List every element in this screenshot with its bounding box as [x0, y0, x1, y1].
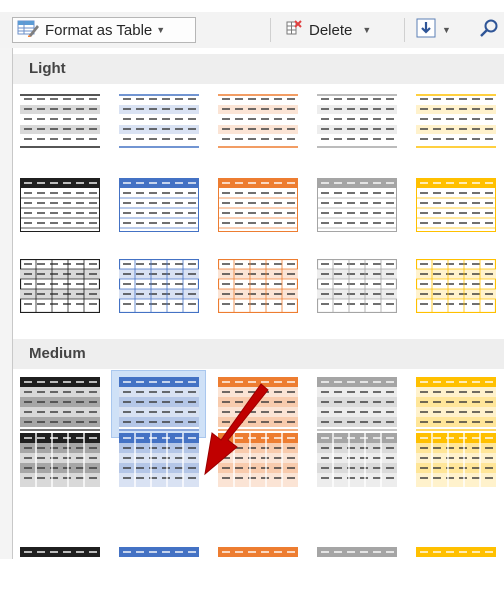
table-style-swatch[interactable]: [409, 427, 502, 493]
table-style-preview: [218, 178, 298, 232]
table-style-swatch[interactable]: [112, 253, 205, 319]
table-style-swatch[interactable]: [13, 253, 106, 319]
table-style-preview: [119, 94, 199, 148]
table-style-swatch[interactable]: [310, 253, 403, 319]
table-style-swatch[interactable]: [112, 541, 205, 607]
table-style-preview: [317, 377, 397, 431]
table-style-gallery: Light Medium: [12, 48, 504, 559]
table-style-preview: [20, 377, 100, 431]
table-style-preview: [416, 433, 496, 487]
table-style-swatch[interactable]: [211, 541, 304, 607]
format-as-table-icon: [17, 19, 39, 41]
table-style-swatch[interactable]: [13, 88, 106, 154]
table-style-preview: [416, 178, 496, 232]
table-style-swatch[interactable]: [310, 172, 403, 238]
table-style-preview: [416, 259, 496, 313]
delete-label: Delete: [309, 21, 353, 39]
table-style-preview: [317, 178, 397, 232]
table-style-swatch[interactable]: [112, 88, 205, 154]
table-style-swatch[interactable]: [409, 253, 502, 319]
dropdown-caret-icon[interactable]: ▼: [442, 25, 451, 35]
section-header-light: Light: [13, 54, 504, 84]
divider: [270, 18, 271, 42]
table-style-swatch[interactable]: [211, 172, 304, 238]
table-style-preview: [119, 259, 199, 313]
table-style-preview: [416, 377, 496, 431]
table-style-preview: [20, 259, 100, 313]
table-style-preview: [218, 94, 298, 148]
table-style-swatch[interactable]: [409, 172, 502, 238]
table-style-preview: [218, 433, 298, 487]
table-style-preview: [20, 178, 100, 232]
search-icon: [478, 18, 500, 42]
format-as-table-label: Format as Table: [45, 21, 153, 39]
table-style-swatch[interactable]: [211, 253, 304, 319]
format-as-table-button[interactable]: Format as Table ▼: [12, 17, 196, 43]
delete-icon: [285, 19, 303, 41]
table-style-swatch[interactable]: [211, 427, 304, 493]
table-style-preview: [317, 433, 397, 487]
top-strip: [0, 0, 504, 12]
table-style-preview: [416, 94, 496, 148]
table-style-preview: [119, 178, 199, 232]
fill-down-button[interactable]: ▼: [416, 17, 451, 43]
table-style-swatch[interactable]: [13, 541, 106, 607]
search-button[interactable]: [478, 17, 500, 43]
delete-button[interactable]: Delete ▼: [285, 17, 371, 43]
dropdown-caret-icon[interactable]: ▼: [362, 25, 371, 35]
table-style-preview: [317, 259, 397, 313]
ribbon: Format as Table ▼ Delete ▼ ▼: [0, 12, 504, 49]
table-style-swatch[interactable]: [211, 88, 304, 154]
table-style-swatch[interactable]: [112, 427, 205, 493]
table-style-swatch[interactable]: [13, 427, 106, 493]
table-style-swatch[interactable]: [310, 541, 403, 607]
table-style-swatch[interactable]: [409, 88, 502, 154]
table-style-preview: [317, 94, 397, 148]
table-style-preview: [119, 377, 199, 431]
divider: [404, 18, 405, 42]
table-style-preview: [20, 433, 100, 487]
table-style-preview: [20, 94, 100, 148]
section-header-medium: Medium: [13, 339, 504, 369]
fill-down-icon: [416, 18, 436, 42]
sheet-edge: [0, 48, 12, 559]
table-style-swatch[interactable]: [310, 88, 403, 154]
table-style-preview: [218, 377, 298, 431]
dropdown-caret-icon: ▼: [156, 25, 166, 35]
table-style-swatch[interactable]: [310, 427, 403, 493]
table-style-swatch[interactable]: [112, 172, 205, 238]
table-style-swatch[interactable]: [13, 172, 106, 238]
table-style-swatch[interactable]: [409, 541, 502, 607]
table-style-preview: [218, 259, 298, 313]
table-style-preview: [119, 433, 199, 487]
